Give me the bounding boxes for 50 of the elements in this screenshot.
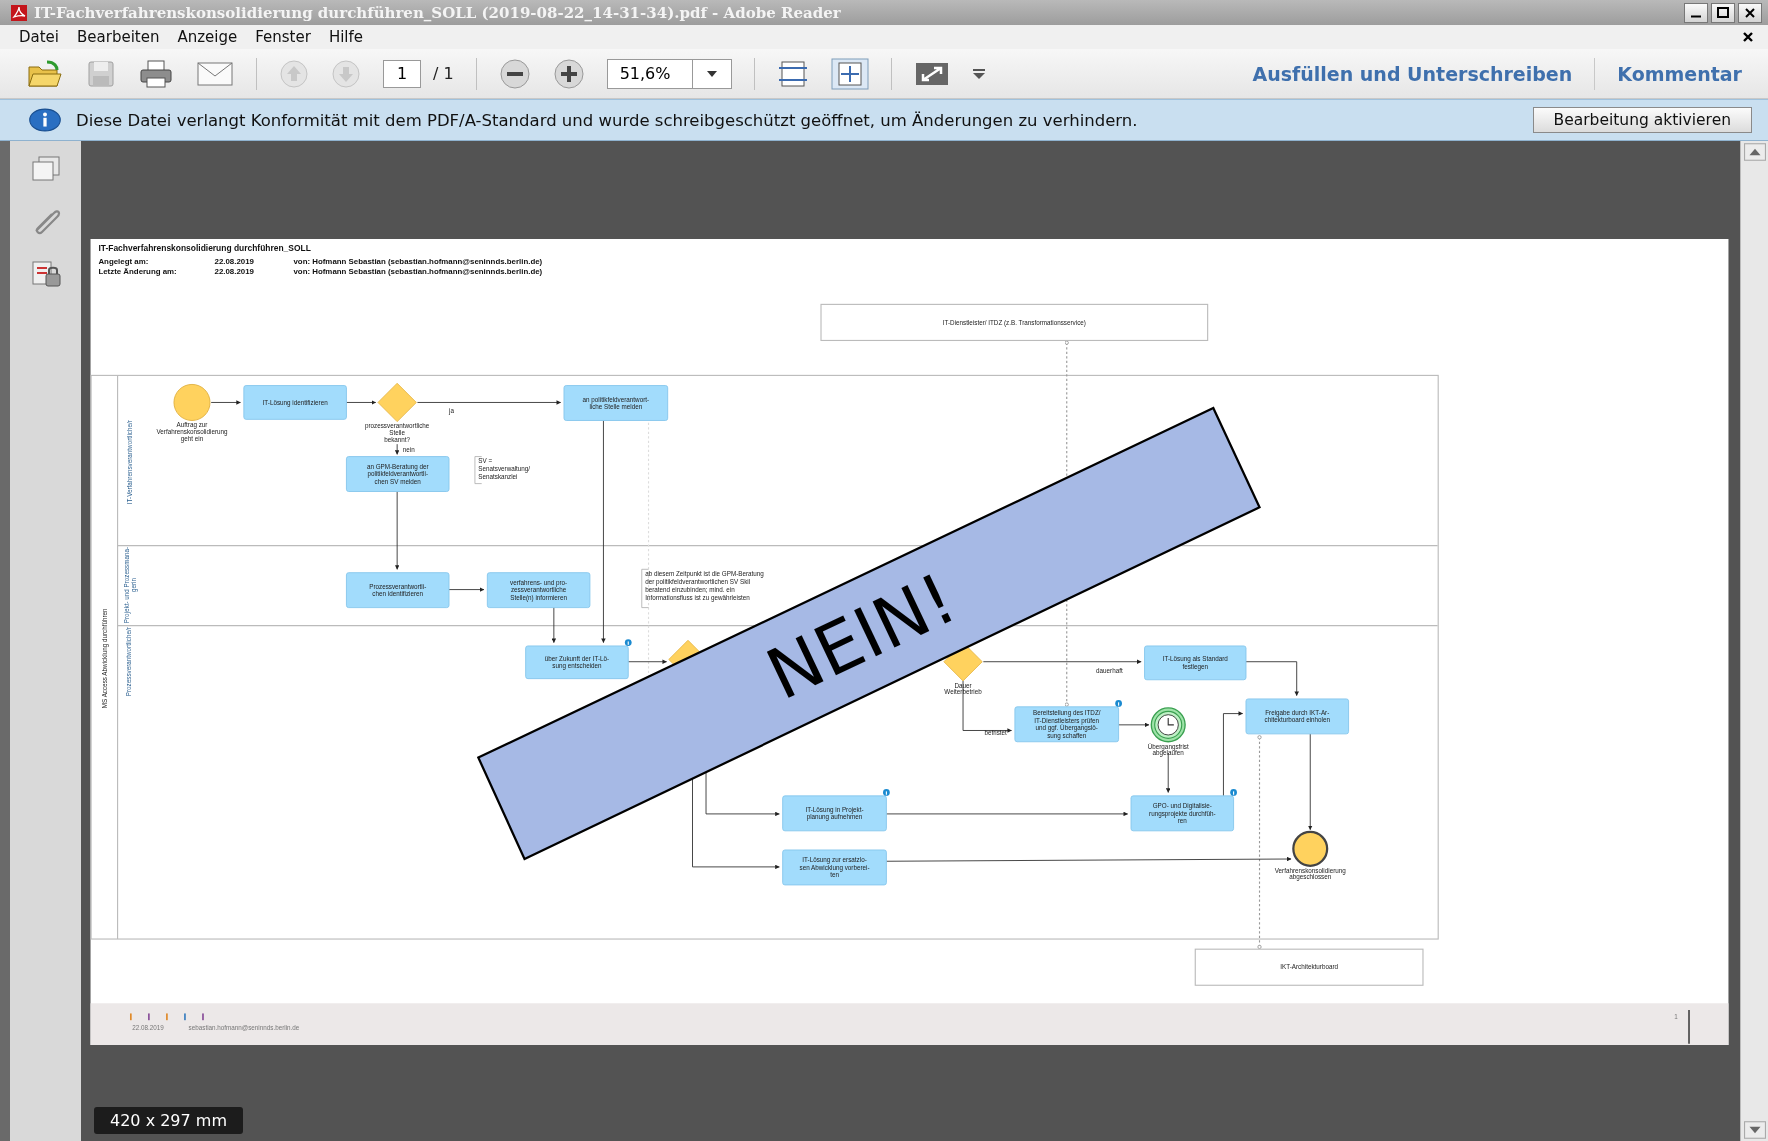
page-number-field[interactable]: 1 xyxy=(383,59,421,88)
close-button[interactable] xyxy=(1738,2,1762,23)
info-message: Diese Datei verlangt Konformität mit dem PDF/A-Standard und wurde schreibgeschützt geöffnet, um Änderungen zu verhindern. xyxy=(76,110,1138,130)
close-icon xyxy=(1743,5,1757,20)
close-icon[interactable] xyxy=(1742,31,1754,43)
minimize-button[interactable] xyxy=(1684,2,1708,23)
minimize-icon xyxy=(1691,15,1701,18)
pdf-app-icon xyxy=(10,3,28,22)
info-icon xyxy=(1115,700,1122,707)
caret-icon xyxy=(705,69,718,78)
page-size-label: 420 x 297 mm xyxy=(94,1107,243,1134)
window-title: IT-Fachverfahrenskonsolidierung durchführen_SOLL (2019-08-22_14-31-34).pdf - Adobe Reader xyxy=(34,3,841,22)
zoom-out-icon[interactable] xyxy=(498,57,531,90)
menu-item[interactable]: Fenster xyxy=(246,28,320,46)
more-caret-icon[interactable] xyxy=(971,67,986,80)
document-title: IT-Fachverfahrenskonsolidierung durchführen_SOLL xyxy=(98,243,311,254)
menu-item[interactable]: Datei xyxy=(10,28,69,46)
print-icon[interactable] xyxy=(138,58,174,89)
timer-event-icon xyxy=(1150,707,1186,743)
menu-item[interactable]: Hilfe xyxy=(319,28,372,46)
info-icon xyxy=(1230,789,1237,796)
info-icon xyxy=(28,108,62,132)
end-event xyxy=(1292,830,1329,867)
maximize-button[interactable] xyxy=(1711,2,1735,23)
start-event xyxy=(173,383,211,421)
vertical-scrollbar[interactable] xyxy=(1740,141,1768,1141)
menu-item[interactable]: Bearbeiten xyxy=(68,28,169,46)
page-total: / 1 xyxy=(433,64,454,83)
enable-editing-button[interactable]: Bearbeitung aktivieren xyxy=(1532,107,1752,133)
toolbar-link[interactable]: Kommentar xyxy=(1617,62,1742,85)
gateway-diamond xyxy=(377,382,417,423)
meta-date: 22.08.2019 xyxy=(214,256,254,266)
scroll-up-icon[interactable] xyxy=(1743,143,1766,161)
mail-icon[interactable] xyxy=(196,60,234,87)
maximize-icon xyxy=(1716,5,1730,20)
scroll-down-icon[interactable] xyxy=(1743,1121,1766,1139)
meta-date: 22.08.2019 xyxy=(214,266,254,276)
meta-label: Letzte Änderung am: xyxy=(98,266,177,276)
info-icon xyxy=(883,789,890,796)
zoom-dropdown[interactable]: 51,6% xyxy=(606,58,732,89)
info-icon xyxy=(624,639,632,646)
meta-label: Angelegt am: xyxy=(98,256,149,266)
zoom-in-icon[interactable] xyxy=(552,57,585,90)
toolbar-link[interactable]: Ausfüllen und Unterschreiben xyxy=(1252,62,1573,85)
folder-icon[interactable] xyxy=(26,58,64,89)
menu-item[interactable]: Anzeige xyxy=(168,28,247,46)
fit-width-icon[interactable] xyxy=(830,57,869,90)
color-ticks-icon xyxy=(130,1013,204,1021)
meta-author: von: Hofmann Sebastian (sebastian.hofmann@seninnds.berlin.de) xyxy=(293,266,543,276)
meta-author: von: Hofmann Sebastian (sebastian.hofmann@seninnds.berlin.de) xyxy=(293,256,543,266)
